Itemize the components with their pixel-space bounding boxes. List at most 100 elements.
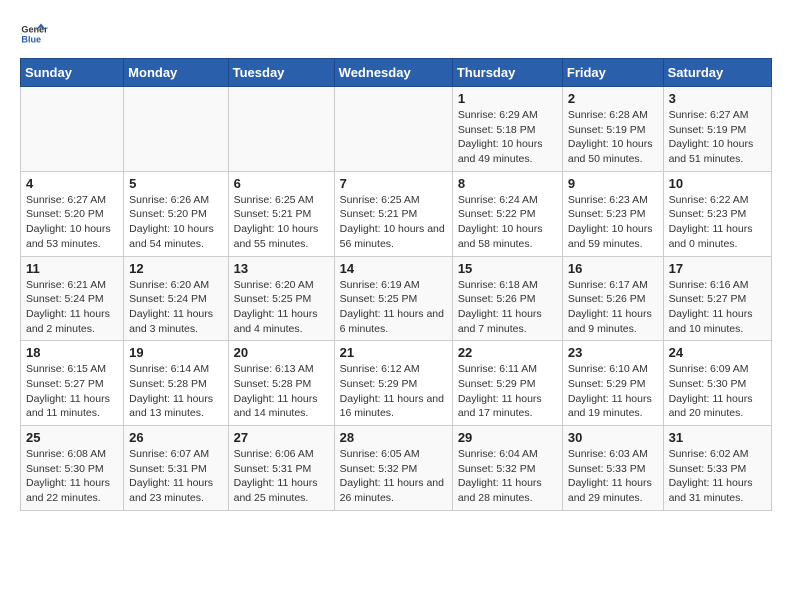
logo: General Blue xyxy=(20,20,52,48)
calendar-cell: 2 Sunrise: 6:28 AMSunset: 5:19 PMDaylight… xyxy=(562,87,663,172)
day-number: 21 xyxy=(340,345,447,360)
calendar-cell: 5 Sunrise: 6:26 AMSunset: 5:20 PMDaylight… xyxy=(124,171,228,256)
day-info: Sunrise: 6:09 AMSunset: 5:30 PMDaylight:… xyxy=(669,362,766,421)
day-number: 28 xyxy=(340,430,447,445)
calendar-cell: 14 Sunrise: 6:19 AMSunset: 5:25 PMDayligh… xyxy=(334,256,452,341)
day-info: Sunrise: 6:24 AMSunset: 5:22 PMDaylight:… xyxy=(458,193,557,252)
calendar-week-row: 11Sunrise: 6:21 AMSunset: 5:24 PMDayligh… xyxy=(21,256,772,341)
calendar-cell: 9 Sunrise: 6:23 AMSunset: 5:23 PMDaylight… xyxy=(562,171,663,256)
day-info: Sunrise: 6:07 AMSunset: 5:31 PMDaylight:… xyxy=(129,447,222,506)
calendar-cell: 1 Sunrise: 6:29 AMSunset: 5:18 PMDaylight… xyxy=(452,87,562,172)
calendar-cell: 7Sunrise: 6:25 AMSunset: 5:21 PMDaylight… xyxy=(334,171,452,256)
calendar-cell: 6 Sunrise: 6:25 AMSunset: 5:21 PMDaylight… xyxy=(228,171,334,256)
day-info: Sunrise: 6:12 AMSunset: 5:29 PMDaylight:… xyxy=(340,362,447,421)
day-info: Sunrise: 6:28 AMSunset: 5:19 PMDaylight:… xyxy=(568,108,658,167)
calendar-cell: 8 Sunrise: 6:24 AMSunset: 5:22 PMDaylight… xyxy=(452,171,562,256)
day-number: 14 xyxy=(340,261,447,276)
calendar-cell: 13 Sunrise: 6:20 AMSunset: 5:25 PMDayligh… xyxy=(228,256,334,341)
calendar-cell xyxy=(334,87,452,172)
calendar-week-row: 18 Sunrise: 6:15 AMSunset: 5:27 PMDayligh… xyxy=(21,341,772,426)
calendar-cell: 23Sunrise: 6:10 AMSunset: 5:29 PMDayligh… xyxy=(562,341,663,426)
day-info: Sunrise: 6:25 AMSunset: 5:21 PMDaylight:… xyxy=(234,193,329,252)
day-number: 24 xyxy=(669,345,766,360)
calendar-cell: 3 Sunrise: 6:27 AMSunset: 5:19 PMDaylight… xyxy=(663,87,771,172)
calendar-cell: 20Sunrise: 6:13 AMSunset: 5:28 PMDayligh… xyxy=(228,341,334,426)
calendar-cell: 15 Sunrise: 6:18 AMSunset: 5:26 PMDayligh… xyxy=(452,256,562,341)
day-info: Sunrise: 6:25 AMSunset: 5:21 PMDaylight:… xyxy=(340,193,447,252)
calendar-cell: 27Sunrise: 6:06 AMSunset: 5:31 PMDayligh… xyxy=(228,426,334,511)
day-number: 23 xyxy=(568,345,658,360)
day-number: 9 xyxy=(568,176,658,191)
page-header: General Blue xyxy=(20,20,772,48)
day-number: 5 xyxy=(129,176,222,191)
calendar-cell: 28 Sunrise: 6:05 AMSunset: 5:32 PMDayligh… xyxy=(334,426,452,511)
calendar-cell: 19 Sunrise: 6:14 AMSunset: 5:28 PMDayligh… xyxy=(124,341,228,426)
logo-icon: General Blue xyxy=(20,20,48,48)
day-info: Sunrise: 6:18 AMSunset: 5:26 PMDaylight:… xyxy=(458,278,557,337)
calendar-cell: 24 Sunrise: 6:09 AMSunset: 5:30 PMDayligh… xyxy=(663,341,771,426)
day-info: Sunrise: 6:13 AMSunset: 5:28 PMDaylight:… xyxy=(234,362,329,421)
day-number: 29 xyxy=(458,430,557,445)
column-header-thursday: Thursday xyxy=(452,59,562,87)
day-number: 12 xyxy=(129,261,222,276)
calendar-cell: 30 Sunrise: 6:03 AMSunset: 5:33 PMDayligh… xyxy=(562,426,663,511)
calendar-cell: 25 Sunrise: 6:08 AMSunset: 5:30 PMDayligh… xyxy=(21,426,124,511)
day-number: 22 xyxy=(458,345,557,360)
day-number: 1 xyxy=(458,91,557,106)
column-header-wednesday: Wednesday xyxy=(334,59,452,87)
calendar-cell: 16Sunrise: 6:17 AMSunset: 5:26 PMDayligh… xyxy=(562,256,663,341)
day-info: Sunrise: 6:26 AMSunset: 5:20 PMDaylight:… xyxy=(129,193,222,252)
calendar-cell: 12Sunrise: 6:20 AMSunset: 5:24 PMDayligh… xyxy=(124,256,228,341)
day-info: Sunrise: 6:14 AMSunset: 5:28 PMDaylight:… xyxy=(129,362,222,421)
day-info: Sunrise: 6:05 AMSunset: 5:32 PMDaylight:… xyxy=(340,447,447,506)
day-number: 4 xyxy=(26,176,118,191)
day-number: 3 xyxy=(669,91,766,106)
calendar-cell: 10Sunrise: 6:22 AMSunset: 5:23 PMDayligh… xyxy=(663,171,771,256)
day-number: 31 xyxy=(669,430,766,445)
day-info: Sunrise: 6:15 AMSunset: 5:27 PMDaylight:… xyxy=(26,362,118,421)
day-info: Sunrise: 6:16 AMSunset: 5:27 PMDaylight:… xyxy=(669,278,766,337)
calendar-cell: 4Sunrise: 6:27 AMSunset: 5:20 PMDaylight… xyxy=(21,171,124,256)
day-number: 26 xyxy=(129,430,222,445)
day-info: Sunrise: 6:02 AMSunset: 5:33 PMDaylight:… xyxy=(669,447,766,506)
calendar-cell: 11Sunrise: 6:21 AMSunset: 5:24 PMDayligh… xyxy=(21,256,124,341)
day-info: Sunrise: 6:19 AMSunset: 5:25 PMDaylight:… xyxy=(340,278,447,337)
day-number: 30 xyxy=(568,430,658,445)
day-number: 2 xyxy=(568,91,658,106)
calendar-cell: 17 Sunrise: 6:16 AMSunset: 5:27 PMDayligh… xyxy=(663,256,771,341)
day-info: Sunrise: 6:08 AMSunset: 5:30 PMDaylight:… xyxy=(26,447,118,506)
calendar-cell: 18 Sunrise: 6:15 AMSunset: 5:27 PMDayligh… xyxy=(21,341,124,426)
calendar-table: SundayMondayTuesdayWednesdayThursdayFrid… xyxy=(20,58,772,511)
day-number: 17 xyxy=(669,261,766,276)
day-info: Sunrise: 6:11 AMSunset: 5:29 PMDaylight:… xyxy=(458,362,557,421)
day-number: 8 xyxy=(458,176,557,191)
day-info: Sunrise: 6:21 AMSunset: 5:24 PMDaylight:… xyxy=(26,278,118,337)
column-header-tuesday: Tuesday xyxy=(228,59,334,87)
day-number: 19 xyxy=(129,345,222,360)
calendar-cell: 22 Sunrise: 6:11 AMSunset: 5:29 PMDayligh… xyxy=(452,341,562,426)
day-number: 6 xyxy=(234,176,329,191)
day-number: 27 xyxy=(234,430,329,445)
day-number: 25 xyxy=(26,430,118,445)
day-number: 16 xyxy=(568,261,658,276)
day-info: Sunrise: 6:04 AMSunset: 5:32 PMDaylight:… xyxy=(458,447,557,506)
svg-text:Blue: Blue xyxy=(21,34,41,44)
day-number: 15 xyxy=(458,261,557,276)
day-info: Sunrise: 6:23 AMSunset: 5:23 PMDaylight:… xyxy=(568,193,658,252)
day-number: 18 xyxy=(26,345,118,360)
day-info: Sunrise: 6:20 AMSunset: 5:25 PMDaylight:… xyxy=(234,278,329,337)
day-number: 13 xyxy=(234,261,329,276)
svg-text:General: General xyxy=(21,25,48,35)
column-header-friday: Friday xyxy=(562,59,663,87)
calendar-header-row: SundayMondayTuesdayWednesdayThursdayFrid… xyxy=(21,59,772,87)
day-info: Sunrise: 6:27 AMSunset: 5:19 PMDaylight:… xyxy=(669,108,766,167)
calendar-week-row: 1 Sunrise: 6:29 AMSunset: 5:18 PMDaylight… xyxy=(21,87,772,172)
calendar-cell xyxy=(124,87,228,172)
column-header-sunday: Sunday xyxy=(21,59,124,87)
column-header-monday: Monday xyxy=(124,59,228,87)
column-header-saturday: Saturday xyxy=(663,59,771,87)
day-info: Sunrise: 6:29 AMSunset: 5:18 PMDaylight:… xyxy=(458,108,557,167)
calendar-cell xyxy=(228,87,334,172)
calendar-cell: 29 Sunrise: 6:04 AMSunset: 5:32 PMDayligh… xyxy=(452,426,562,511)
day-info: Sunrise: 6:03 AMSunset: 5:33 PMDaylight:… xyxy=(568,447,658,506)
